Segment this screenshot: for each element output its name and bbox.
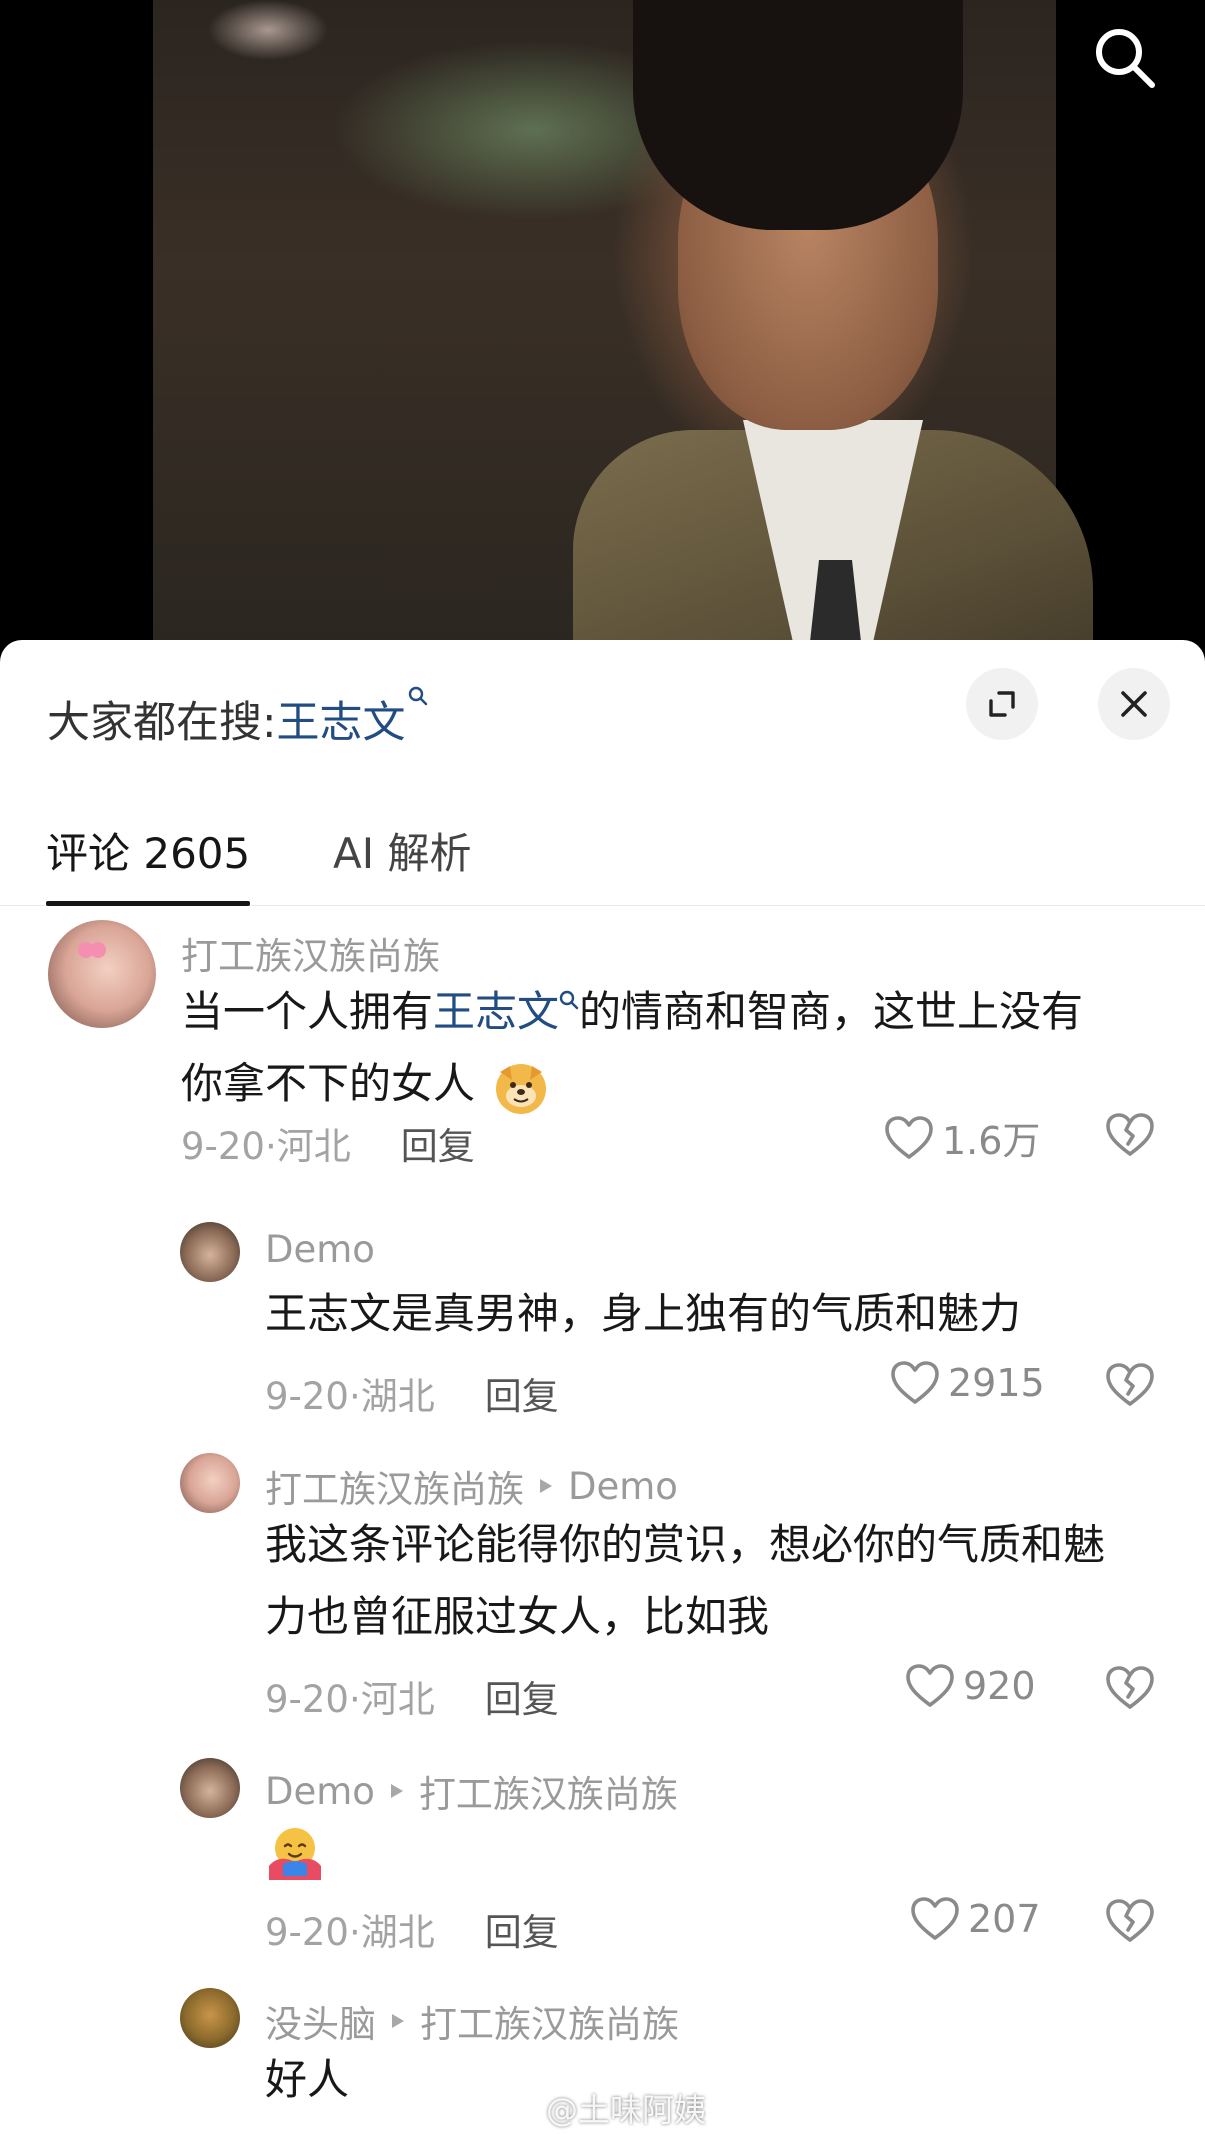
reply-item: Demo 王志文是真男神，身上独有的气质和魅力 9-20·湖北 回复 2915 (0, 1222, 1205, 1442)
reply-button[interactable]: 回复 (485, 1375, 559, 1418)
reply-text: 王志文是真男神，身上独有的气质和魅力 (265, 1289, 1022, 1338)
dislike-button[interactable] (1105, 1362, 1155, 1412)
avatar-heart-icon (78, 942, 106, 958)
reply-username: Demo 打工族汉族尚族 (265, 1764, 678, 1818)
search-icon (1096, 29, 1155, 88)
comment-username[interactable]: 打工族汉族尚族 (181, 926, 440, 980)
reply-arrow-icon (390, 1784, 403, 1798)
dislike-button[interactable] (1105, 1898, 1155, 1948)
avatar[interactable] (180, 1453, 240, 1513)
like-count: 207 (968, 1897, 1041, 1941)
comment-date-location: 9-20·河北 (181, 1125, 351, 1168)
reply-author[interactable]: 打工族汉族尚族 (265, 1459, 524, 1513)
reply-author[interactable]: Demo (265, 1770, 375, 1813)
keyword-link[interactable]: 王志文 (433, 987, 559, 1036)
like-count: 920 (963, 1664, 1036, 1708)
reply-text-line2: 力也曾征服过女人，比如我 (265, 1592, 770, 1641)
reply-text: 好人 (265, 2055, 350, 2104)
reply-text: 我这条评论能得你的赏识，想必你的气质和魅 力也曾征服过女人，比如我 (265, 1509, 1165, 1653)
tab-ai-analysis[interactable]: AI 解析 (333, 820, 471, 906)
avatar[interactable] (48, 920, 156, 1028)
close-icon (1121, 691, 1147, 717)
reply-target[interactable]: 打工族汉族尚族 (419, 1764, 678, 1818)
hug-emoji-icon (265, 1824, 325, 1884)
like-button[interactable]: 1.6万 (884, 1110, 1040, 1165)
reply-button[interactable]: 回复 (485, 1911, 559, 1954)
heart-icon (891, 1361, 939, 1404)
video-player[interactable] (0, 0, 1205, 660)
reply-meta: 9-20·河北 回复 (265, 1669, 559, 1723)
like-count: 1.6万 (942, 1119, 1041, 1163)
search-suggestion[interactable]: 大家都在搜: 王志文 (47, 686, 428, 750)
comment-item: 打工族汉族尚族 当一个人拥有王志文 的情商和智商，这世上没有 你拿不下的女人 9-… (0, 920, 1205, 1240)
like-button[interactable]: 207 (910, 1896, 1041, 1942)
reply-button[interactable]: 回复 (485, 1678, 559, 1721)
broken-heart-icon (1106, 1113, 1154, 1156)
reply-date-location: 9-20·湖北 (265, 1375, 435, 1418)
reply-arrow-icon (540, 1479, 552, 1493)
dislike-button[interactable] (1105, 1112, 1155, 1162)
reply-arrow-icon (392, 2014, 404, 2028)
comment-meta: 9-20·河北 回复 (181, 1116, 475, 1170)
avatar[interactable] (180, 1988, 240, 2048)
comment-text-line2: 你拿不下的女人 (181, 1059, 476, 1108)
sheet-header: 大家都在搜: 王志文 (0, 640, 1205, 760)
reply-item: Demo 打工族汉族尚族 9-20·湖北 回复 207 (0, 1758, 1205, 1978)
reply-author[interactable]: 没头脑 (265, 1994, 376, 2048)
comment-text: 当一个人拥有王志文 的情商和智商，这世上没有 你拿不下的女人 (181, 976, 1161, 1120)
broken-heart-icon (1106, 1899, 1154, 1942)
reply-meta: 9-20·湖北 回复 (265, 1366, 559, 1420)
avatar[interactable] (180, 1758, 240, 1818)
like-button[interactable]: 2915 (890, 1360, 1045, 1406)
expand-button[interactable] (966, 668, 1038, 740)
tab-comments[interactable]: 评论 2605 (46, 820, 251, 906)
comment-text-before: 当一个人拥有 (181, 987, 434, 1036)
reply-username: 没头脑 打工族汉族尚族 (265, 1994, 679, 2048)
comment-sheet: 大家都在搜: 王志文 评论 2605 AI 解析 打工族汉族尚族 当一个人拥有王… (0, 640, 1205, 2134)
reply-button[interactable]: 回复 (401, 1125, 475, 1168)
search-hint-keyword[interactable]: 王志文 (277, 688, 406, 750)
heart-icon (911, 1897, 959, 1940)
dislike-button[interactable] (1105, 1665, 1155, 1715)
like-button[interactable]: 920 (905, 1663, 1036, 1709)
reply-date-location: 9-20·湖北 (265, 1911, 435, 1954)
weibo-logo-icon (501, 2094, 539, 2124)
reply-target[interactable]: Demo (568, 1465, 678, 1508)
reply-item: 打工族汉族尚族 Demo 我这条评论能得你的赏识，想必你的气质和魅 力也曾征服过… (0, 1453, 1205, 1743)
reply-username: 打工族汉族尚族 Demo (265, 1459, 678, 1513)
reply-text-line1: 我这条评论能得你的赏识，想必你的气质和魅 (265, 1520, 1106, 1569)
search-button[interactable] (1085, 18, 1165, 98)
watermark-text: @土味阿姨 (546, 2091, 707, 2129)
comment-text-after: 的情商和智商，这世上没有 (579, 987, 1084, 1036)
heart-icon (906, 1664, 954, 1707)
reply-date-location: 9-20·河北 (265, 1678, 435, 1721)
broken-heart-icon (1106, 1666, 1154, 1709)
tab-bar: 评论 2605 AI 解析 (0, 810, 1205, 906)
search-small-icon (559, 990, 579, 1010)
watermark: @土味阿姨 (500, 2085, 706, 2131)
video-frame (153, 0, 1093, 660)
close-button[interactable] (1098, 668, 1170, 740)
search-small-icon (408, 686, 427, 706)
reply-username[interactable]: Demo (265, 1228, 375, 1271)
person-hair (633, 0, 963, 230)
doge-emoji-icon (496, 1063, 547, 1114)
reply-meta: 9-20·湖北 回复 (265, 1902, 559, 1956)
like-count: 2915 (948, 1361, 1045, 1405)
search-hint-prefix: 大家都在搜: (47, 698, 277, 748)
avatar[interactable] (180, 1222, 240, 1282)
expand-icon (989, 691, 1015, 717)
heart-icon (885, 1115, 933, 1159)
broken-heart-icon (1106, 1363, 1154, 1406)
reply-target[interactable]: 打工族汉族尚族 (420, 1994, 679, 2048)
